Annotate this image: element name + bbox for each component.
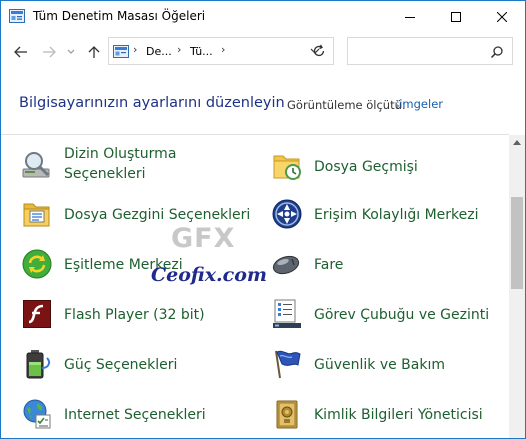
watermark-site: Ceofix.com [151, 264, 267, 286]
minimize-button[interactable] [387, 1, 433, 32]
control-panel-window: Tüm Denetim Masası Öğeleri › De... › Tü.… [0, 0, 526, 439]
breadcrumb-item[interactable]: Tü... [190, 45, 213, 58]
flash-player-icon [23, 300, 51, 328]
credential-manager-icon [276, 400, 298, 429]
view-by-dropdown[interactable]: Küçük simgeler [397, 97, 443, 111]
item-flash-player[interactable]: Flash Player (32 bit) [21, 291, 251, 335]
item-security-and-maintenance[interactable]: Güvenlik ve Bakım [271, 341, 501, 385]
scroll-up-arrow-icon[interactable] [513, 140, 521, 145]
control-panel-items: Dizin Oluşturma Seçenekleri Dosya Geçmiş… [1, 135, 509, 438]
search-input[interactable] [347, 37, 513, 65]
refresh-button[interactable] [305, 37, 333, 65]
item-file-history[interactable]: Dosya Geçmişi [271, 141, 501, 185]
minimize-icon [405, 16, 415, 18]
watermark-logo: GFX [171, 223, 236, 254]
breadcrumb-separator-icon[interactable]: › [221, 43, 225, 56]
close-button[interactable] [479, 1, 525, 32]
arrow-left-icon [14, 46, 27, 58]
chevron-down-icon [67, 49, 75, 54]
control-panel-icon [113, 45, 129, 58]
recent-locations-button[interactable] [64, 42, 78, 62]
file-history-icon [273, 155, 301, 180]
maximize-icon [451, 11, 461, 22]
forward-button[interactable] [39, 42, 59, 62]
security-flag-icon [275, 350, 301, 379]
internet-options-icon [23, 399, 51, 429]
maximize-button[interactable] [433, 1, 479, 32]
ease-of-access-icon [272, 199, 302, 229]
window-title: Tüm Denetim Masası Öğeleri [33, 9, 206, 23]
indexing-icon [22, 152, 50, 178]
item-mouse[interactable]: Fare [271, 241, 501, 285]
item-taskbar-and-navigation[interactable]: Görev Çubuğu ve Gezinti [271, 291, 501, 335]
page-header: Bilgisayarınızın ayarlarını düzenleyin G… [1, 72, 525, 134]
breadcrumb-item[interactable]: De... [146, 45, 172, 58]
watermark: GFX Ceofix.com [151, 221, 271, 291]
close-icon [497, 11, 507, 22]
item-label: Güç Seçenekleri [64, 357, 178, 373]
breadcrumb-separator-icon[interactable]: › [177, 43, 181, 56]
taskbar-icon [273, 299, 301, 328]
address-bar[interactable]: › De... › Tü... › [108, 37, 334, 65]
item-label: Güvenlik ve Bakım [314, 357, 445, 373]
mouse-icon [272, 255, 300, 275]
refresh-icon [313, 44, 325, 57]
item-label: Görev Çubuğu ve Gezinti [314, 307, 490, 323]
item-label: Seçenekleri [64, 166, 146, 182]
folder-options-icon [23, 203, 50, 227]
view-by-label: Görüntüleme ölçütü: [287, 98, 406, 112]
sync-center-icon [22, 249, 52, 279]
item-indexing-options[interactable]: Dizin Oluşturma Seçenekleri [21, 141, 251, 189]
item-label: Flash Player (32 bit) [64, 307, 205, 323]
item-credential-manager[interactable]: Kimlik Bilgileri Yöneticisi [271, 391, 501, 435]
item-ease-of-access-center[interactable]: Erişim Kolaylığı Merkezi [271, 191, 501, 235]
item-label: Kimlik Bilgileri Yöneticisi [314, 407, 483, 423]
arrow-right-icon [43, 46, 56, 58]
control-panel-app-icon [9, 9, 25, 23]
vertical-scrollbar[interactable] [509, 135, 525, 438]
item-label: Erişim Kolaylığı Merkezi [314, 207, 479, 223]
up-button[interactable] [84, 42, 104, 62]
item-label: Dosya Geçmişi [314, 159, 418, 175]
item-label: Fare [314, 257, 344, 273]
scrollbar-thumb[interactable] [511, 197, 523, 289]
back-button[interactable] [11, 42, 31, 62]
item-power-options[interactable]: Güç Seçenekleri [21, 341, 251, 385]
arrow-up-icon [88, 46, 100, 58]
item-internet-options[interactable]: Internet Seçenekleri [21, 391, 251, 435]
item-label: Internet Seçenekleri [64, 407, 206, 423]
power-options-icon [26, 350, 51, 379]
navigation-toolbar: › De... › Tü... › [1, 32, 525, 72]
breadcrumb-separator-icon[interactable]: › [133, 43, 137, 56]
title-bar[interactable]: Tüm Denetim Masası Öğeleri [1, 1, 525, 32]
item-label: Dizin Oluşturma [64, 146, 177, 162]
page-title: Bilgisayarınızın ayarlarını düzenleyin [19, 95, 285, 111]
search-icon[interactable] [490, 45, 504, 59]
